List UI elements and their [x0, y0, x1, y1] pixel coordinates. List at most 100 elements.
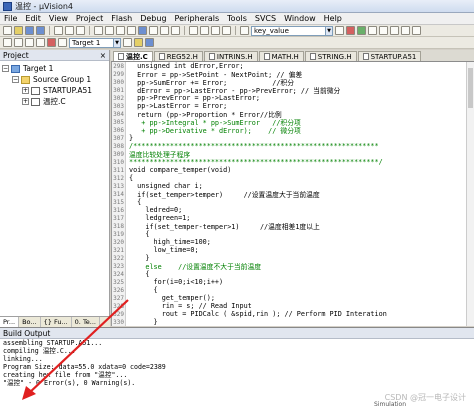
- vertical-scrollbar[interactable]: [466, 62, 474, 326]
- line-number: 325: [113, 278, 124, 286]
- tree-item[interactable]: + STARTUP.A51: [2, 85, 109, 96]
- project-panel-tab[interactable]: Pr...: [0, 317, 20, 327]
- chevron-down-icon[interactable]: ▼: [113, 38, 120, 47]
- menu-item-flash[interactable]: Flash: [111, 14, 132, 23]
- collapse-icon[interactable]: −: [2, 65, 9, 72]
- uncomment-icon[interactable]: [222, 26, 231, 35]
- new-file-icon[interactable]: [3, 26, 12, 35]
- code-text: rout = PIDCalc ( &spid,rin ); // Perform…: [129, 310, 387, 318]
- kill-breakpoints-icon[interactable]: [390, 26, 399, 35]
- manage-components-icon[interactable]: [134, 38, 143, 47]
- menu-item-edit[interactable]: Edit: [25, 14, 41, 23]
- download-icon[interactable]: [58, 38, 67, 47]
- rebuild-icon[interactable]: [25, 38, 34, 47]
- menu-item-peripherals[interactable]: Peripherals: [175, 14, 220, 23]
- menu-item-file[interactable]: File: [4, 14, 17, 23]
- config-icon[interactable]: [412, 26, 421, 35]
- prev-bookmark-icon[interactable]: [149, 26, 158, 35]
- batch-build-icon[interactable]: [36, 38, 45, 47]
- save-all-icon[interactable]: [36, 26, 45, 35]
- menu-item-project[interactable]: Project: [76, 14, 103, 23]
- editor-tab[interactable]: STARTUP.A51: [357, 51, 422, 61]
- find-in-files-icon[interactable]: [240, 26, 249, 35]
- save-icon[interactable]: [25, 26, 34, 35]
- tree-item-label: Target 1: [23, 64, 54, 73]
- menu-item-help[interactable]: Help: [324, 14, 342, 23]
- code-line: 318 if(set_temper-temper>1) //温度相差1度以上: [112, 222, 474, 232]
- translate-icon[interactable]: [3, 38, 12, 47]
- line-number: 326: [113, 286, 124, 294]
- menu-item-tools[interactable]: Tools: [227, 14, 247, 23]
- tree-item[interactable]: + 温控.C: [2, 96, 109, 107]
- line-number: 319: [113, 230, 124, 238]
- build-output-text: assembling STARTUP.A51... compiling 温控.C.…: [0, 339, 474, 387]
- incremental-find-icon[interactable]: [346, 26, 355, 35]
- clear-bookmarks-icon[interactable]: [171, 26, 180, 35]
- code-line: 319 {: [112, 230, 474, 238]
- chevron-down-icon[interactable]: ▼: [325, 26, 332, 35]
- file-icon: [263, 53, 270, 60]
- build-output-line: assembling STARTUP.A51...: [3, 339, 103, 347]
- comment-icon[interactable]: [211, 26, 220, 35]
- code-line: 323 else //设置温度不大于当前温度: [112, 262, 474, 272]
- tree-item-label: Source Group 1: [33, 75, 92, 84]
- close-icon[interactable]: ×: [100, 50, 106, 60]
- breakpoint-icon[interactable]: [368, 26, 377, 35]
- window-config-icon[interactable]: [401, 26, 410, 35]
- paste-icon[interactable]: [76, 26, 85, 35]
- bookmark-icon[interactable]: [138, 26, 147, 35]
- line-number: 328: [113, 302, 124, 310]
- tree-item[interactable]: − Target 1: [2, 63, 109, 74]
- project-panel-tab[interactable]: {} Fu...: [41, 317, 72, 327]
- start-debug-icon[interactable]: [357, 26, 366, 35]
- editor-tab[interactable]: STRING.H: [304, 51, 357, 61]
- line-number: 321: [113, 246, 124, 254]
- expand-icon[interactable]: +: [22, 87, 29, 94]
- editor-tab[interactable]: INTRINS.H: [203, 51, 258, 61]
- menu-item-view[interactable]: View: [49, 14, 68, 23]
- expand-icon[interactable]: +: [22, 98, 29, 105]
- target-options-icon[interactable]: [123, 38, 132, 47]
- toolbar-separator: [184, 26, 185, 35]
- scrollbar-thumb[interactable]: [468, 68, 473, 108]
- line-number: 304: [113, 110, 124, 118]
- redo-icon[interactable]: [105, 26, 114, 35]
- editor-tab[interactable]: MATH.H: [258, 51, 304, 61]
- undo-icon[interactable]: [94, 26, 103, 35]
- file-icon: [158, 53, 165, 60]
- build-icon[interactable]: [14, 38, 23, 47]
- line-number: 314: [113, 190, 124, 198]
- next-bookmark-icon[interactable]: [160, 26, 169, 35]
- open-folder-icon[interactable]: [14, 26, 23, 35]
- project-panel-tab[interactable]: 0. Te...: [72, 317, 101, 327]
- find-combo[interactable]: key_value ▼: [251, 25, 333, 36]
- line-number: 317: [113, 214, 124, 222]
- project-panel-tab[interactable]: Bo...: [19, 317, 41, 327]
- target-icon: [11, 64, 20, 73]
- menu-item-debug[interactable]: Debug: [140, 14, 166, 23]
- menu-item-window[interactable]: Window: [284, 14, 316, 23]
- nav-forward-icon[interactable]: [127, 26, 136, 35]
- code-editor[interactable]: 298 unsigned int dError,Error; 299 Error …: [111, 62, 474, 326]
- project-panel: Project × − Target 1− Source Group 1 + START…: [0, 50, 110, 327]
- copy-icon[interactable]: [65, 26, 74, 35]
- target-select[interactable]: Target 1 ▼: [69, 37, 121, 48]
- cut-icon[interactable]: [54, 26, 63, 35]
- collapse-icon[interactable]: −: [12, 76, 19, 83]
- unindent-icon[interactable]: [200, 26, 209, 35]
- select-device-icon[interactable]: [145, 38, 154, 47]
- find-combo-value: key_value: [254, 26, 289, 35]
- editor-tab[interactable]: REG52.H: [153, 51, 203, 61]
- code-line: 327 get_temper();: [112, 294, 474, 302]
- nav-back-icon[interactable]: [116, 26, 125, 35]
- tree-item[interactable]: − Source Group 1: [2, 74, 109, 85]
- menu-item-svcs[interactable]: SVCS: [255, 14, 276, 23]
- code-line: 324 {: [112, 270, 474, 278]
- disable-breakpoint-icon[interactable]: [379, 26, 388, 35]
- line-number: 305: [113, 118, 124, 126]
- editor-tab[interactable]: 温控.C: [113, 51, 153, 61]
- find-icon[interactable]: [335, 26, 344, 35]
- stop-build-icon[interactable]: [47, 38, 56, 47]
- indent-icon[interactable]: [189, 26, 198, 35]
- code-text: {: [129, 174, 134, 182]
